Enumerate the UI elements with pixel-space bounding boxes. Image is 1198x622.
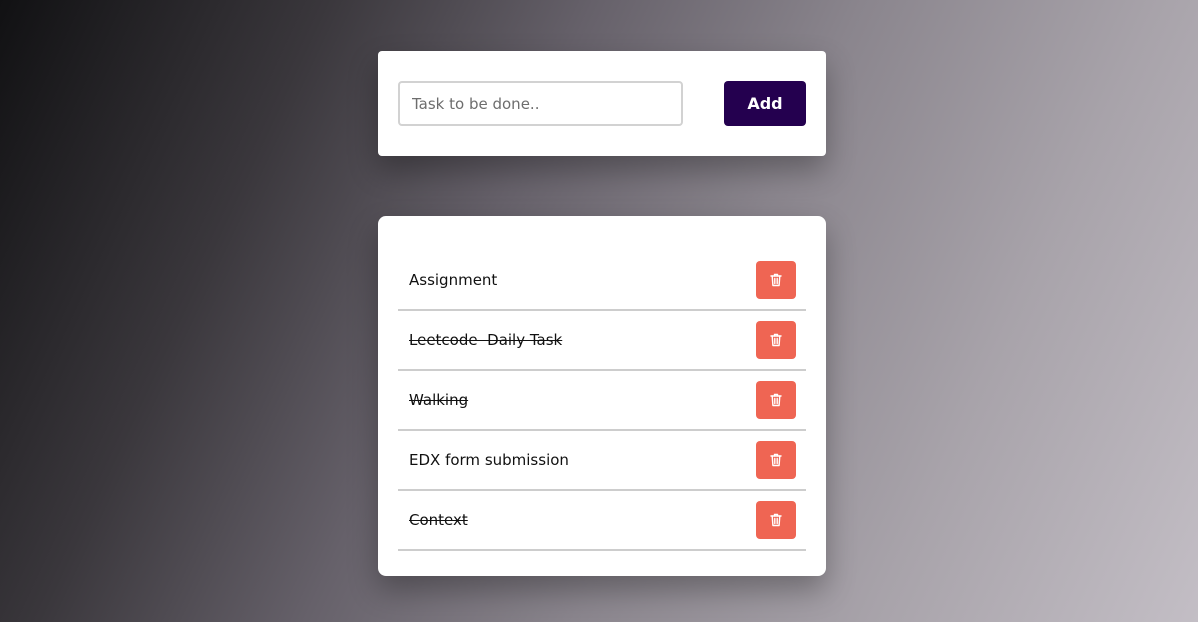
task-item: Assignment xyxy=(398,251,806,311)
task-item: Context xyxy=(398,491,806,551)
delete-task-button[interactable] xyxy=(756,381,796,419)
task-item: Leetcode Daily Task xyxy=(398,311,806,371)
task-input-card: Add xyxy=(378,51,826,156)
task-text[interactable]: EDX form submission xyxy=(409,451,569,469)
add-button[interactable]: Add xyxy=(724,81,806,126)
trash-icon xyxy=(770,513,782,527)
task-text[interactable]: Walking xyxy=(409,391,468,409)
trash-icon xyxy=(770,393,782,407)
task-item: Walking xyxy=(398,371,806,431)
delete-task-button[interactable] xyxy=(756,321,796,359)
trash-icon xyxy=(770,333,782,347)
trash-icon xyxy=(770,453,782,467)
delete-task-button[interactable] xyxy=(756,261,796,299)
delete-task-button[interactable] xyxy=(756,441,796,479)
task-text[interactable]: Assignment xyxy=(409,271,497,289)
task-text[interactable]: Leetcode Daily Task xyxy=(409,331,562,349)
task-item: EDX form submission xyxy=(398,431,806,491)
trash-icon xyxy=(770,273,782,287)
task-list: Assignment Leetcode Daily Task Walking E… xyxy=(398,251,806,551)
task-text[interactable]: Context xyxy=(409,511,468,529)
task-list-card: Assignment Leetcode Daily Task Walking E… xyxy=(378,216,826,576)
delete-task-button[interactable] xyxy=(756,501,796,539)
task-input[interactable] xyxy=(398,81,683,126)
